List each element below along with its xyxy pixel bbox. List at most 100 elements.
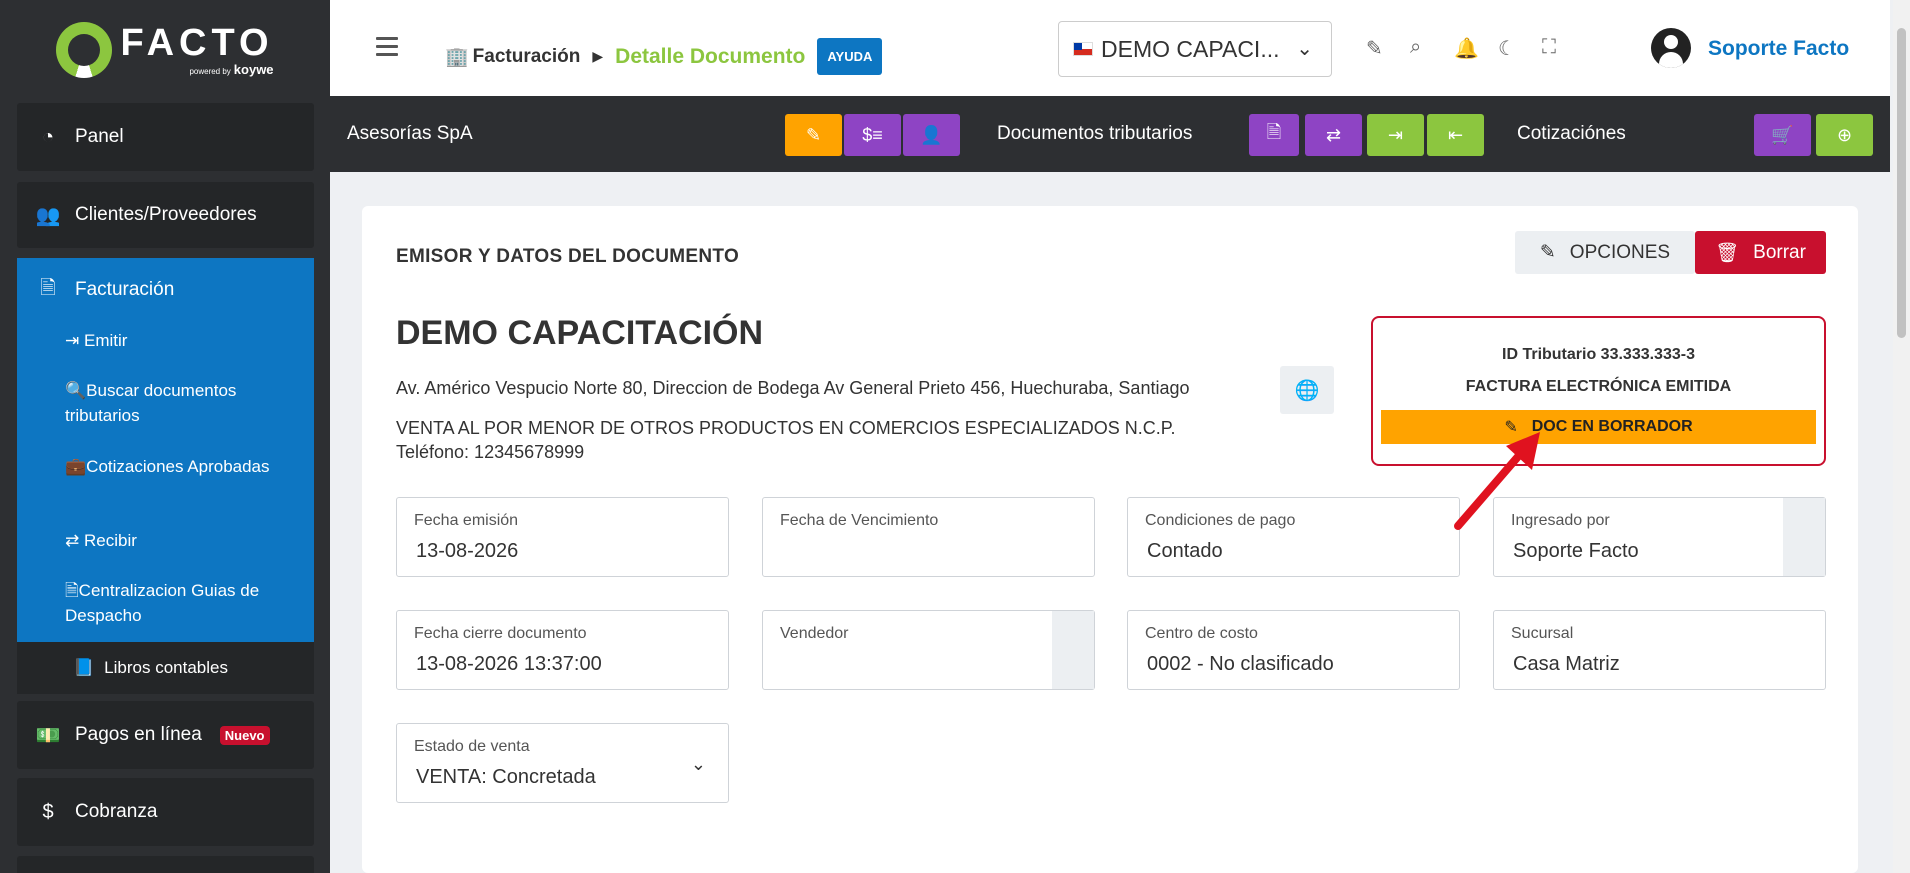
field-value: Casa Matriz: [1513, 653, 1620, 675]
breadcrumb-section[interactable]: Facturación: [473, 46, 581, 68]
sidebar-item-facturacion[interactable]: 🗎 Facturación: [35, 258, 174, 322]
user-name[interactable]: Soporte Facto: [1708, 37, 1849, 61]
subitem-label: Recibir: [83, 531, 137, 550]
subitem-label: Emitir: [83, 331, 128, 350]
sign-in-button[interactable]: ⇤: [1427, 114, 1484, 156]
sidebar-subitem-emitir[interactable]: ⇥ Emitir: [65, 328, 305, 353]
sidebar-subitem-recibir[interactable]: ⇄ Recibir: [65, 528, 305, 553]
sign-out-button[interactable]: ⇥: [1367, 114, 1424, 156]
field-label: Fecha emisión: [414, 512, 519, 529]
field-label: Vendedor: [780, 625, 849, 642]
edit-icon: ✎: [1539, 242, 1556, 263]
field-fecha-vencimiento[interactable]: Fecha de Vencimiento: [762, 497, 1095, 577]
field-condiciones-pago[interactable]: Condiciones de pago Contado: [1127, 497, 1460, 577]
chile-flag-icon: [1073, 42, 1093, 56]
field-value: Soporte Facto: [1513, 540, 1639, 562]
search-icon: 🔍: [65, 381, 87, 400]
dollar-icon: $: [42, 800, 54, 823]
document-button[interactable]: 🗎: [1249, 114, 1299, 156]
field-value: VENTA: Concretada: [416, 766, 596, 788]
sidebar-item-panel[interactable]: ◔ Panel: [17, 103, 314, 171]
issuer-phone: Teléfono: 12345678999: [396, 442, 585, 462]
document-type: FACTURA ELECTRÓNICA EMITIDA: [1465, 378, 1732, 395]
bell-icon[interactable]: 🔔: [1454, 36, 1479, 61]
help-button[interactable]: AYUDA: [817, 38, 883, 75]
sidebar-section-facturacion: 🗎 Facturación ⇥ Emitir 🔍Buscar documento…: [17, 258, 314, 642]
map-button[interactable]: 🌐: [1280, 366, 1334, 414]
card-title: EMISOR Y DATOS DEL DOCUMENTO: [396, 246, 740, 267]
sidebar-subitem-cotizaciones[interactable]: 💼Cotizaciones Aprobadas: [65, 454, 305, 479]
field-centro-costo[interactable]: Centro de costo 0002 - No clasificado: [1127, 610, 1460, 690]
select-estado-venta[interactable]: Estado de venta VENTA: Concretada ⌄: [396, 723, 729, 803]
tax-id: ID Tributario 33.333.333-3: [1502, 346, 1695, 363]
add-button[interactable]: ⊕: [1816, 114, 1873, 156]
field-addon: [1783, 498, 1825, 576]
options-label: OPCIONES: [1569, 241, 1671, 263]
document-card: EMISOR Y DATOS DEL DOCUMENTO ✎ OPCIONES …: [362, 206, 1858, 873]
money-bill-icon: 💵: [35, 724, 61, 747]
field-value: 13-08-2026: [416, 540, 519, 562]
chevron-right-icon: ▶: [592, 48, 604, 64]
breadcrumb: 🏢 Facturación ▶ Detalle Documento AYUDA: [445, 38, 883, 75]
breadcrumb-current: Detalle Documento: [615, 44, 806, 68]
search-icon[interactable]: ⌕: [1410, 36, 1421, 59]
chevron-down-icon: ⌄: [690, 754, 706, 774]
sign-out-icon: ⇥: [65, 331, 80, 350]
facto-logo-icon: [56, 22, 113, 78]
field-value: Contado: [1147, 540, 1223, 562]
field-vendedor[interactable]: Vendedor: [762, 610, 1095, 690]
delete-button[interactable]: 🗑 Borrar: [1695, 231, 1826, 274]
sidebar-item-pagos[interactable]: 💵 Pagos en línea Nuevo: [17, 701, 314, 769]
sign-in-icon: ⇤: [1447, 124, 1464, 145]
edit-company-button[interactable]: ✎: [785, 114, 842, 156]
file-icon: 🗎: [1266, 122, 1282, 142]
subitem-label: Cotizaciones Aprobadas: [86, 457, 270, 476]
brand-logo[interactable]: FACTO powered by koywe: [0, 0, 330, 100]
briefcase-icon: 💼: [65, 457, 87, 476]
fullscreen-icon[interactable]: ⛶: [1542, 36, 1556, 59]
sidebar-item-clientes[interactable]: 👥 Clientes/Proveedores: [17, 182, 314, 248]
field-label: Fecha cierre documento: [414, 625, 587, 642]
field-sucursal[interactable]: Sucursal Casa Matriz: [1493, 610, 1826, 690]
sidebar-item-cobranza[interactable]: $ Cobranza: [17, 778, 314, 846]
sidebar-item-libros[interactable]: 📘 Libros contables: [17, 642, 314, 694]
subitem-label: Centralizacion Guias de Despacho: [65, 581, 260, 625]
sidebar-item-more[interactable]: [17, 856, 314, 873]
signature-icon[interactable]: ✎: [1366, 36, 1383, 61]
shuffle-icon: ⇄: [65, 531, 80, 550]
options-button[interactable]: ✎ OPCIONES: [1515, 231, 1695, 274]
cart-icon: 🛒: [1771, 124, 1794, 145]
exchange-button[interactable]: ⇄: [1305, 114, 1362, 156]
scrollbar-thumb[interactable]: [1897, 28, 1906, 338]
field-addon: [1052, 611, 1094, 689]
user-icon: 👤: [920, 124, 943, 145]
quotes-label: Cotizaciónes: [1517, 123, 1626, 144]
sidebar-item-label: Pagos en línea: [75, 724, 202, 745]
sidebar-item-label: Libros contables: [104, 658, 228, 677]
moon-icon[interactable]: ☾: [1498, 36, 1516, 61]
exchange-icon: ⇄: [1325, 124, 1342, 145]
avatar[interactable]: [1651, 28, 1691, 68]
user-button[interactable]: 👤: [903, 114, 960, 156]
menu-toggle-icon[interactable]: [376, 37, 398, 56]
field-fecha-emision[interactable]: Fecha emisión 13-08-2026: [396, 497, 729, 577]
new-badge: Nuevo: [219, 725, 270, 745]
company-selector[interactable]: DEMO CAPACI... ⌄: [1058, 21, 1332, 77]
globe-icon: 🌐: [1294, 379, 1320, 402]
money-bill-icon: $≡: [862, 124, 883, 145]
money-button[interactable]: $≡: [844, 114, 901, 156]
trash-icon: 🗑: [1715, 242, 1740, 264]
field-fecha-cierre[interactable]: Fecha cierre documento 13-08-2026 13:37:…: [396, 610, 729, 690]
sidebar-subitem-buscar[interactable]: 🔍Buscar documentos tributarios: [65, 378, 305, 428]
cart-button[interactable]: 🛒: [1754, 114, 1811, 156]
edit-icon: ✎: [805, 124, 822, 145]
issuer-name: DEMO CAPACITACIÓN: [396, 314, 764, 352]
company-selector-value: DEMO CAPACI...: [1101, 35, 1280, 62]
file-icon: 🗎: [65, 581, 79, 600]
sidebar-subitem-centralizacion[interactable]: 🗎Centralizacion Guias de Despacho: [65, 578, 305, 628]
top-header: 🏢 Facturación ▶ Detalle Documento AYUDA …: [330, 0, 1890, 96]
delete-label: Borrar: [1753, 241, 1806, 263]
field-label: Condiciones de pago: [1145, 512, 1296, 529]
sign-out-icon: ⇥: [1387, 124, 1404, 145]
annotation-arrow-icon: [1454, 432, 1540, 530]
